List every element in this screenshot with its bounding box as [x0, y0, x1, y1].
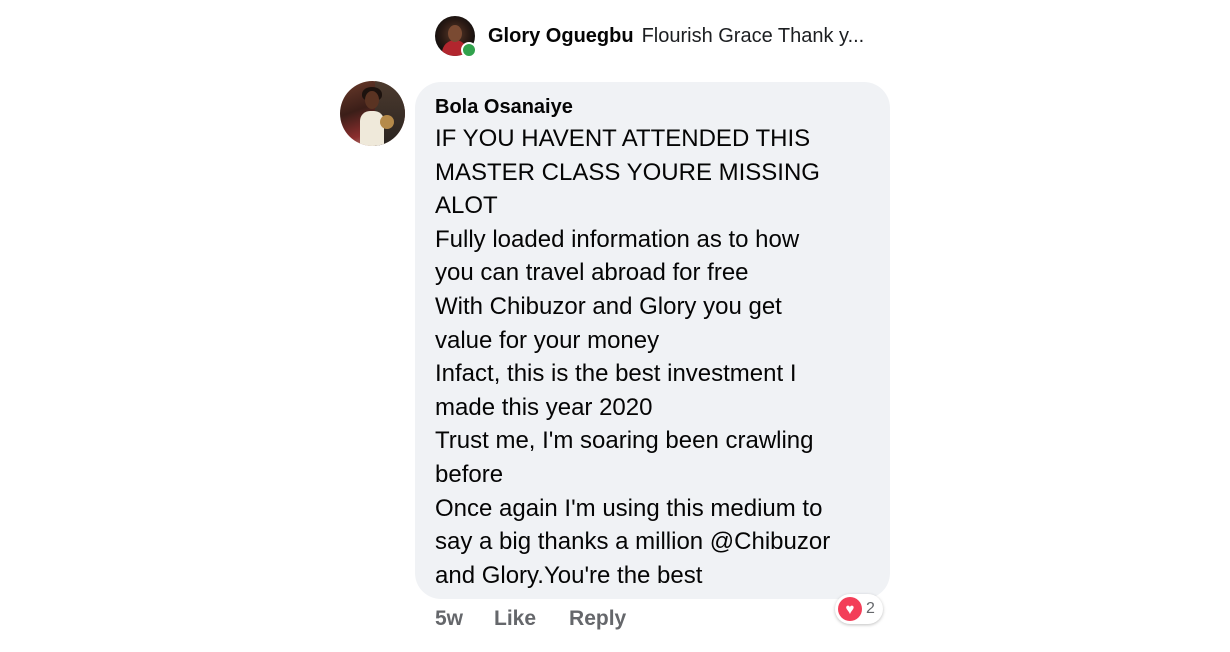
reaction-count: 2	[866, 600, 875, 617]
reaction-badge[interactable]: ♥ 2	[835, 594, 883, 624]
comment-line: IF YOU HAVENT ATTENDED THIS	[435, 125, 811, 152]
comment-line: value for your money	[435, 326, 660, 354]
comment-body: IF YOU HAVENT ATTENDED THIS MASTER CLASS…	[435, 122, 872, 592]
avatar[interactable]	[435, 16, 477, 58]
comment-line: Fully loaded information as to how	[435, 225, 800, 253]
comment-line: say a big thanks a million @Chibuzor	[435, 528, 831, 556]
like-button[interactable]: Like	[494, 607, 536, 631]
comment-line: and Glory.You're the best	[435, 561, 703, 589]
heart-icon: ♥	[838, 597, 862, 621]
reply-author-name[interactable]: Glory Oguegbu	[488, 25, 634, 48]
online-status-icon	[461, 42, 477, 58]
comment-line: made this year 2020	[435, 393, 653, 421]
comment-line: Infact, this is the best investment I	[435, 360, 797, 388]
comment-timestamp[interactable]: 5w	[435, 607, 463, 631]
comment-line: you can travel abroad for free	[435, 259, 749, 287]
comment-line: Once again I'm using this medium to	[435, 494, 823, 522]
comment-line: With Chibuzor and Glory you get	[435, 292, 782, 320]
avatar[interactable]	[340, 81, 405, 146]
reply-preview-text[interactable]: Flourish Grace Thank y...	[642, 25, 865, 48]
comment-line: before	[435, 460, 504, 488]
reply-preview[interactable]: Glory Oguegbu Flourish Grace Thank y...	[435, 16, 865, 58]
comment-thread: Glory Oguegbu Flourish Grace Thank y... …	[0, 0, 1230, 652]
comment-line: Trust me, I'm soaring been crawling	[435, 427, 814, 455]
comment-bubble: Bola Osanaiye IF YOU HAVENT ATTENDED THI…	[415, 82, 890, 599]
comment-author-name[interactable]: Bola Osanaiye	[435, 94, 872, 120]
reply-button[interactable]: Reply	[569, 607, 626, 631]
comment-line: ALOT	[435, 192, 498, 220]
comment-actions: 5w Like Reply	[435, 604, 626, 634]
comment-line: MASTER CLASS YOURE MISSING	[435, 158, 820, 186]
